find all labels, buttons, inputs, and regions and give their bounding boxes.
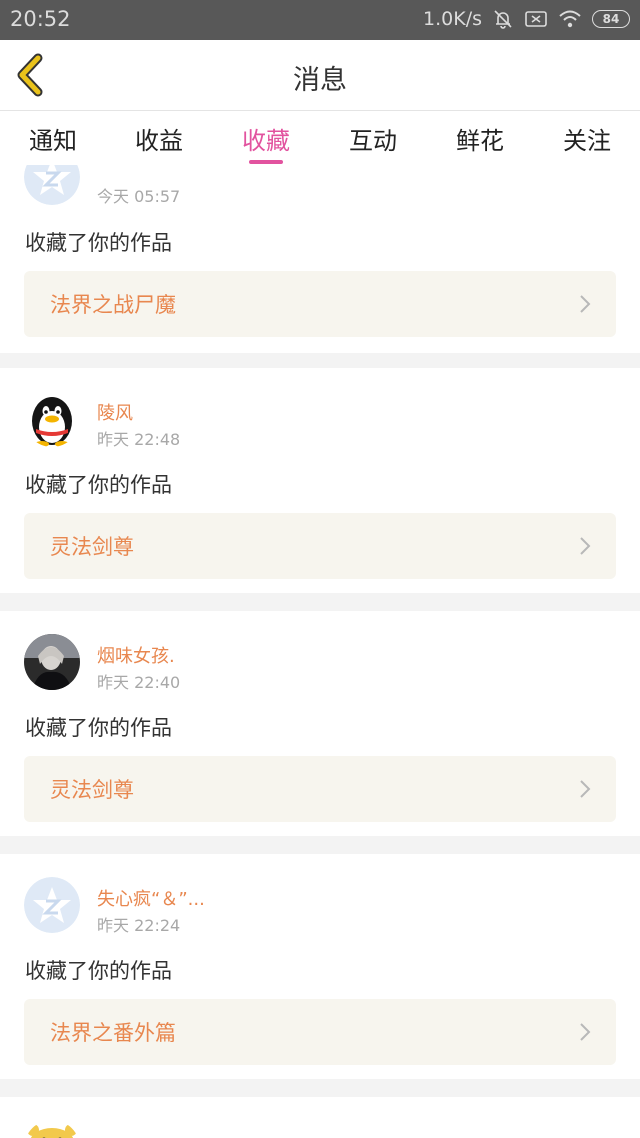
work-link[interactable]: 法界之番外篇 [24, 999, 616, 1065]
network-speed: 1.0K/s [423, 8, 482, 30]
mute-bell-icon [492, 8, 514, 30]
wifi-icon [558, 9, 582, 29]
battery-icon: 84 [592, 10, 630, 28]
list-item: 今天 05:57 收藏了你的作品 法界之战尸魔 [0, 165, 640, 353]
sim-x-icon [524, 9, 548, 29]
work-link[interactable]: 灵法剑尊 [24, 756, 616, 822]
tab-follows[interactable]: 关注 [534, 121, 640, 156]
tab-interactions[interactable]: 互动 [320, 121, 426, 156]
tab-favorites[interactable]: 收藏 [213, 121, 319, 156]
chevron-right-icon [580, 1023, 591, 1041]
default-star-avatar [24, 165, 80, 205]
active-tab-indicator [249, 160, 283, 164]
message-tabs: 通知 收益 收藏 互动 鲜花 关注 [0, 111, 640, 165]
work-title: 灵法剑尊 [50, 778, 134, 802]
username[interactable]: 失心疯“＆”... [97, 885, 205, 911]
photo-avatar [24, 634, 80, 690]
app-header: 消息 [0, 40, 640, 111]
penguin-avatar [24, 391, 80, 447]
status-time: 20:52 [10, 7, 71, 31]
chevron-right-icon [580, 780, 591, 798]
status-icons: 1.0K/s 84 [423, 8, 630, 30]
cartoon-avatar [24, 1120, 80, 1138]
username[interactable]: 陵风 [97, 399, 133, 425]
status-bar: 20:52 1.0K/s 84 [0, 0, 640, 40]
message-time: 昨天 22:48 [97, 430, 181, 449]
chevron-right-icon [580, 295, 591, 313]
work-title: 法界之番外篇 [50, 1021, 176, 1045]
tab-earnings[interactable]: 收益 [106, 121, 212, 156]
tab-notifications[interactable]: 通知 [0, 121, 106, 156]
list-item [0, 1097, 640, 1138]
work-title: 灵法剑尊 [50, 535, 134, 559]
list-item: 烟味女孩. 昨天 22:40 收藏了你的作品 灵法剑尊 [0, 611, 640, 836]
message-action: 收藏了你的作品 [25, 959, 172, 983]
message-action: 收藏了你的作品 [25, 473, 172, 497]
message-time: 昨天 22:24 [97, 916, 181, 935]
list-item: 陵风 昨天 22:48 收藏了你的作品 灵法剑尊 [0, 368, 640, 593]
chevron-right-icon [580, 537, 591, 555]
work-link[interactable]: 灵法剑尊 [24, 513, 616, 579]
default-star-avatar [24, 877, 80, 933]
message-action: 收藏了你的作品 [25, 231, 172, 255]
message-time: 今天 05:57 [97, 187, 181, 206]
work-link[interactable]: 法界之战尸魔 [24, 271, 616, 337]
page-title: 消息 [293, 65, 347, 96]
username[interactable]: 烟味女孩. [97, 642, 175, 668]
message-list[interactable]: 今天 05:57 收藏了你的作品 法界之战尸魔 陵风 昨天 22:48 收藏了你… [0, 165, 640, 1138]
list-item: 失心疯“＆”... 昨天 22:24 收藏了你的作品 法界之番外篇 [0, 854, 640, 1079]
message-action: 收藏了你的作品 [25, 716, 172, 740]
message-time: 昨天 22:40 [97, 673, 181, 692]
tab-flowers[interactable]: 鲜花 [427, 121, 533, 156]
work-title: 法界之战尸魔 [50, 293, 176, 317]
